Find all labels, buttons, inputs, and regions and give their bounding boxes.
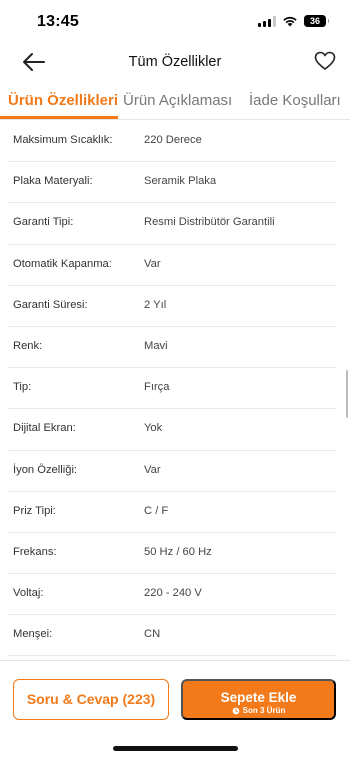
spec-value: Mavi (144, 339, 168, 352)
spec-label: Voltaj: (13, 587, 44, 600)
heart-icon (314, 51, 336, 70)
spec-row: Voltaj: 220 - 240 V (0, 574, 350, 616)
home-indicator (113, 746, 238, 751)
spec-value: 220 Derece (144, 134, 202, 146)
spec-row: Plaka Materyali: Seramik Plaka (0, 162, 350, 204)
spec-label: Tip: (13, 381, 32, 394)
status-bar: 13:45 36 (0, 0, 350, 44)
tab-urun-ozellikleri[interactable]: Ürün Özellikleri (8, 92, 118, 109)
battery-icon: 36 (304, 15, 329, 27)
stock-note-text: Son 3 Ürün (242, 706, 286, 715)
spec-value: 2 Yıl (144, 298, 167, 311)
spec-row: Garanti Tipi: Resmi Distribütör Garantili (0, 203, 350, 245)
wifi-icon (282, 15, 298, 27)
spec-value: 50 Hz / 60 Hz (144, 545, 212, 558)
spec-row: İyon Özelliği: Var (0, 451, 350, 492)
spec-label: Maksimum Sıcaklık: (13, 134, 113, 146)
spec-value: C / F (144, 504, 169, 517)
spec-label: Frekans: (13, 545, 57, 558)
spec-label: Garanti Tipi: (13, 216, 74, 229)
spec-label: Garanti Süresi: (13, 298, 88, 311)
add-to-cart-button[interactable]: Sepete Ekle Son 3 Ürün (181, 679, 336, 720)
tab-urun-aciklamasi[interactable]: Ürün Açıklaması (123, 92, 232, 109)
qa-button[interactable]: Soru & Cevap (223) (13, 679, 169, 720)
favorite-button[interactable] (314, 51, 336, 71)
page-title: Tüm Özellikler (128, 54, 222, 70)
spec-row: Otomatik Kapanma: Var (0, 245, 350, 286)
spec-value: CN (144, 628, 161, 641)
scrollbar[interactable] (345, 370, 348, 418)
spec-label: Otomatik Kapanma: (13, 257, 112, 270)
spec-label: Dijital Ekran: (13, 422, 76, 435)
spec-value: Resmi Distribütör Garantili (144, 216, 275, 229)
status-icons: 36 (258, 15, 329, 27)
spec-row: Priz Tipi: C / F (0, 492, 350, 534)
active-tab-indicator (0, 116, 118, 119)
status-time: 13:45 (37, 13, 79, 30)
nav-bar: Tüm Özellikler (0, 44, 350, 80)
add-to-cart-label: Sepete Ekle (220, 690, 297, 705)
spec-label: Plaka Materyali: (13, 175, 93, 188)
spec-row: Maksimum Sıcaklık: 220 Derece (0, 121, 350, 163)
spec-label: Menşei: (13, 628, 53, 641)
spec-value: 220 - 240 V (144, 587, 202, 600)
spec-label: İyon Özelliği: (13, 463, 78, 476)
spec-value: Seramik Plaka (144, 175, 217, 188)
spec-row: Tip: Fırça (0, 368, 350, 410)
spec-row: Garanti Süresi: 2 Yıl (0, 286, 350, 328)
spec-value: Yok (144, 422, 163, 435)
spec-value: Var (144, 257, 161, 270)
spec-row: Dijital Ekran: Yok (0, 409, 350, 451)
spec-value: Var (144, 463, 161, 476)
tab-bar: Ürün Özellikleri Ürün Açıklaması İade Ko… (0, 84, 350, 120)
spec-list: Maksimum Sıcaklık: 220 Derece Plaka Mater… (0, 121, 350, 657)
spec-value: Fırça (144, 381, 170, 394)
bottom-action-bar: Soru & Cevap (223) Sepete Ekle Son 3 Ürü… (0, 660, 350, 757)
tab-iade-kosullari[interactable]: İade Koşulları (249, 92, 341, 109)
spec-row: Menşei: CN (0, 615, 350, 657)
spec-row: Frekans: 50 Hz / 60 Hz (0, 533, 350, 575)
spec-label: Renk: (13, 339, 43, 352)
stock-note: Son 3 Ürün (183, 706, 334, 715)
cellular-signal-icon (258, 15, 276, 27)
spec-row: Renk: Mavi (0, 327, 350, 369)
clock-icon (232, 707, 240, 714)
spec-label: Priz Tipi: (13, 504, 56, 517)
